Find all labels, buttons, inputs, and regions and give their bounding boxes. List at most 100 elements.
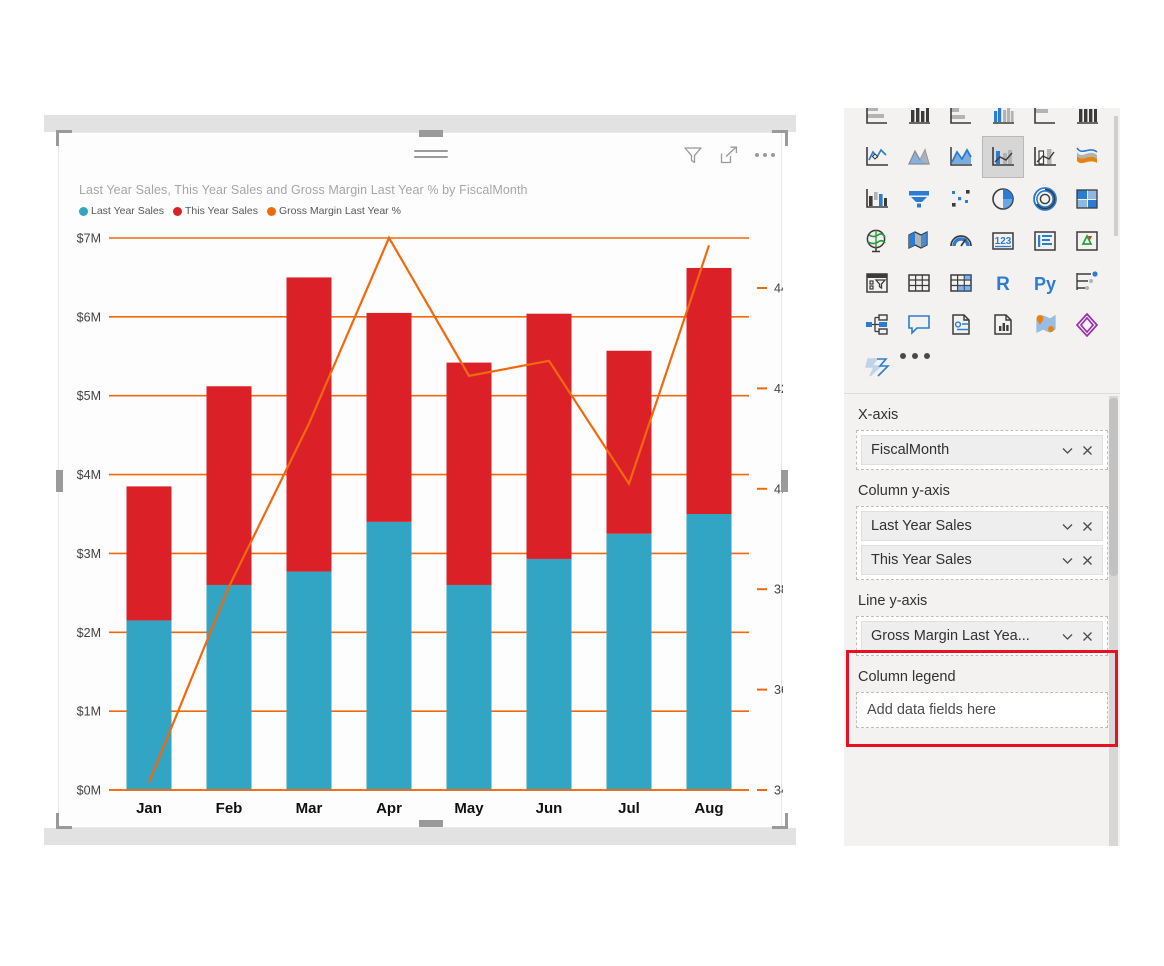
bucket-well-x-axis[interactable]: FiscalMonth [856,430,1108,470]
bucket-placeholder-column-legend[interactable]: Add data fields here [856,692,1108,728]
field-chip[interactable]: Gross Margin Last Yea... [861,621,1103,651]
bar-segment-last-year-sales[interactable] [287,572,332,790]
y-axis-left-tick-label: $1M [77,705,101,719]
field-chip[interactable]: Last Year Sales [861,511,1103,541]
remove-field-icon[interactable] [1080,629,1095,644]
chart-plot-area[interactable]: $0M$1M$2M$3M$4M$5M$6M$7M34%36%38%40%42%4… [59,133,783,829]
ribbon-chart-icon[interactable] [1066,136,1108,178]
bar-segment-this-year-sales[interactable] [687,268,732,514]
bar-segment-last-year-sales[interactable] [127,620,172,790]
field-bucket-x-axis[interactable]: X-axis FiscalMonth [844,394,1120,470]
field-chip-label: FiscalMonth [871,442,1055,458]
bar-segment-last-year-sales[interactable] [607,534,652,790]
power-automate-icon[interactable] [856,346,898,388]
multi-row-card-icon[interactable] [1024,220,1066,262]
resize-handle-bottom-left[interactable] [56,813,72,829]
field-bucket-line-y-axis[interactable]: Line y-axisGross Margin Last Yea... [844,580,1120,656]
visualizations-pane[interactable]: 123RPy X-axisFiscalMonthColumn y-axisLas… [844,108,1120,846]
gallery-scrollbar-thumb[interactable] [1114,116,1118,236]
bar-segment-last-year-sales[interactable] [367,522,412,790]
area-chart-icon[interactable] [898,136,940,178]
resize-handle-bottom-right[interactable] [772,813,788,829]
more-visuals-icon[interactable] [900,353,930,359]
bar-segment-this-year-sales[interactable] [607,351,652,534]
bar-segment-last-year-sales[interactable] [207,585,252,790]
remove-field-icon[interactable] [1080,443,1095,458]
bucket-well-line-y-axis[interactable]: Gross Margin Last Yea... [856,616,1108,656]
resize-handle-right[interactable] [781,470,788,492]
funnel-chart-icon[interactable] [898,178,940,220]
power-apps-icon[interactable] [1066,304,1108,346]
remove-field-icon[interactable] [1080,519,1095,534]
clustered-bar-chart-icon[interactable] [940,108,982,136]
field-chip[interactable]: This Year Sales [861,545,1103,575]
stacked-column-chart-icon[interactable] [898,108,940,136]
gauge-icon[interactable] [940,220,982,262]
bar-segment-last-year-sales[interactable] [687,514,732,790]
line-and-clustered-column-visual[interactable]: Last Year Sales, This Year Sales and Gro… [58,132,782,828]
resize-handle-top[interactable] [419,130,443,137]
svg-text:Py: Py [1034,274,1056,294]
bar-segment-last-year-sales[interactable] [527,559,572,790]
q-and-a-icon[interactable] [898,304,940,346]
smart-narrative-icon[interactable] [940,304,982,346]
scatter-chart-icon[interactable] [940,178,982,220]
treemap-icon[interactable] [1066,178,1108,220]
key-influencers-icon[interactable] [1066,262,1108,304]
chevron-down-icon[interactable] [1060,629,1075,644]
y-axis-right-tick-label: 36% [774,683,783,697]
chevron-down-icon[interactable] [1060,443,1075,458]
waterfall-chart-icon[interactable] [856,178,898,220]
python-visual-icon[interactable]: Py [1024,262,1066,304]
chart-svg: $0M$1M$2M$3M$4M$5M$6M$7M34%36%38%40%42%4… [59,133,783,829]
stacked-area-chart-icon[interactable] [940,136,982,178]
resize-handle-top-right[interactable] [772,130,788,146]
100-percent-stacked-column-chart-icon[interactable] [1066,108,1108,136]
r-script-visual-icon[interactable]: R [982,262,1024,304]
pie-chart-icon[interactable] [982,178,1024,220]
resize-handle-top-left[interactable] [56,130,72,146]
x-axis-category-label: May [454,800,484,817]
visualization-icon-grid[interactable]: 123 R Py [856,108,1108,388]
visualization-type-gallery[interactable]: 123 R Py [844,108,1120,393]
pane-scrollbar-thumb[interactable] [1109,398,1118,576]
chevron-down-icon[interactable] [1060,553,1075,568]
stacked-bar-chart-icon[interactable] [856,108,898,136]
table-icon[interactable] [898,262,940,304]
paginated-report-icon[interactable] [982,304,1024,346]
100-percent-stacked-bar-chart-icon[interactable] [1024,108,1066,136]
y-axis-left-tick-label: $7M [77,232,101,246]
report-visual-container[interactable]: Last Year Sales, This Year Sales and Gro… [44,115,796,845]
field-chip[interactable]: FiscalMonth [861,435,1103,465]
matrix-icon[interactable] [940,262,982,304]
bar-segment-this-year-sales[interactable] [447,363,492,585]
bucket-well-column-y-axis[interactable]: Last Year Sales This Year Sales [856,506,1108,580]
bar-segment-this-year-sales[interactable] [127,486,172,620]
field-wells[interactable]: X-axisFiscalMonthColumn y-axisLast Year … [844,394,1120,846]
bar-segment-this-year-sales[interactable] [527,314,572,559]
bar-segment-this-year-sales[interactable] [367,313,412,522]
resize-handle-left[interactable] [56,470,63,492]
decomposition-tree-icon[interactable] [856,304,898,346]
line-and-stacked-column-chart-icon[interactable] [1024,136,1066,178]
donut-chart-icon[interactable] [1024,178,1066,220]
remove-field-icon[interactable] [1080,553,1095,568]
map-icon[interactable] [856,220,898,262]
card-icon[interactable]: 123 [982,220,1024,262]
filled-map-icon[interactable] [898,220,940,262]
azure-map-icon[interactable] [1024,304,1066,346]
x-axis-category-label: Aug [694,800,723,817]
svg-text:R: R [996,274,1010,295]
bucket-label-column-y-axis: Column y-axis [856,470,1108,506]
field-bucket-column-legend[interactable]: Column legendAdd data fields here [844,656,1120,728]
chevron-down-icon[interactable] [1060,519,1075,534]
line-and-clustered-column-chart-icon[interactable] [982,136,1024,178]
bucket-label-x-axis: X-axis [856,394,1108,430]
clustered-column-chart-icon[interactable] [982,108,1024,136]
kpi-icon[interactable] [1066,220,1108,262]
field-bucket-column-y-axis[interactable]: Column y-axis Last Year Sales This Year Sa… [844,470,1120,580]
resize-handle-bottom[interactable] [419,820,443,827]
line-chart-icon[interactable] [856,136,898,178]
slicer-icon[interactable] [856,262,898,304]
bar-segment-last-year-sales[interactable] [447,585,492,790]
